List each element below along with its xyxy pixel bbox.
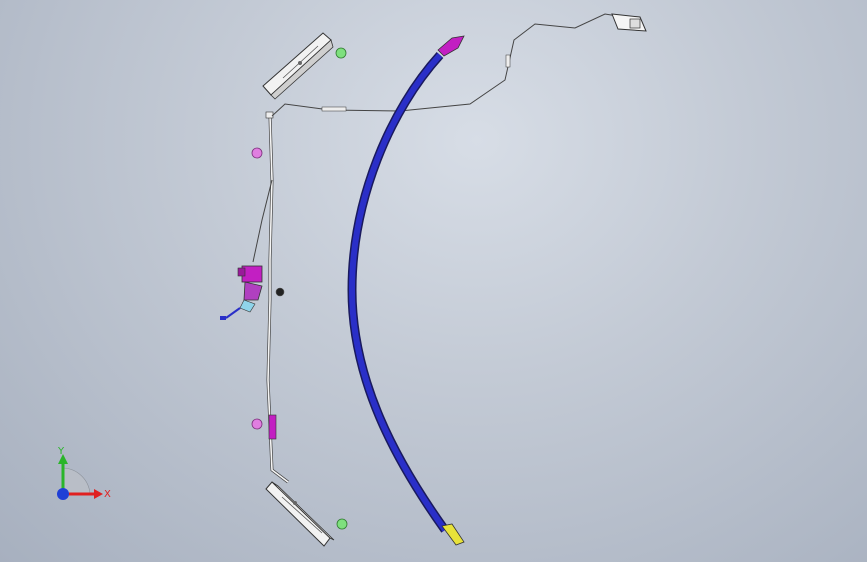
green-cap-top[interactable] [335, 47, 347, 59]
z-axis-dot-icon [57, 488, 69, 500]
blue-hose[interactable] [347, 35, 465, 546]
tube-connector-magenta[interactable] [268, 414, 277, 440]
hose-end-magenta[interactable] [437, 35, 465, 57]
magenta-cap-lower[interactable] [251, 418, 263, 430]
hose-end-yellow[interactable] [441, 523, 465, 546]
electrical-connector[interactable] [611, 13, 647, 32]
x-axis-label: X [104, 489, 111, 500]
magenta-cap-upper[interactable] [251, 147, 263, 159]
cad-viewport[interactable]: Y X [0, 0, 867, 562]
reference-triad: Y X [57, 446, 111, 500]
cad-model-scene[interactable]: Y X [0, 0, 867, 562]
washer-tube[interactable] [265, 111, 289, 484]
pump-assembly[interactable] [220, 265, 285, 320]
upper-bracket[interactable] [262, 32, 334, 100]
y-axis-label: Y [57, 446, 65, 457]
lower-bracket[interactable] [265, 481, 335, 547]
green-cap-bottom[interactable] [336, 518, 348, 530]
